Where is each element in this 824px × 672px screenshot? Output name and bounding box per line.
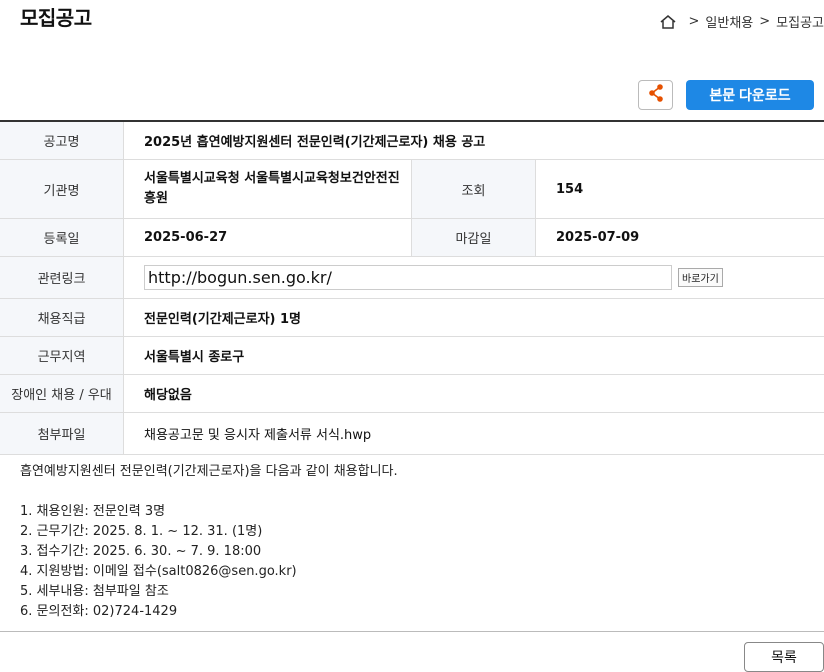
notice-body: 흡연예방지원센터 전문인력(기간제근로자)을 다음과 같이 채용합니다. 1. … <box>20 462 398 622</box>
notice-intro: 흡연예방지원센터 전문인력(기간제근로자)을 다음과 같이 채용합니다. <box>20 464 398 479</box>
breadcrumb-item-recruit-notice[interactable]: 모집공고 <box>776 12 824 31</box>
disabled-hiring-label: 장애인 채용 / 우대 <box>0 375 124 412</box>
reg-date-label: 등록일 <box>0 219 124 256</box>
notice-item: 1. 채용인원: 전문인력 3명 <box>20 504 166 519</box>
notice-item: 2. 근무기간: 2025. 8. 1. ~ 12. 31. (1명) <box>20 524 263 539</box>
table-row: 등록일 2025-06-27 마감일 2025-07-09 <box>0 219 824 257</box>
attachment-label: 첨부파일 <box>0 413 124 454</box>
position-label: 채용직급 <box>0 299 124 336</box>
notice-item: 5. 세부내용: 첨부파일 참조 <box>20 584 169 599</box>
table-row: 근무지역 서울특별시 종로구 <box>0 337 824 375</box>
related-link-label: 관련링크 <box>0 257 124 298</box>
page-title: 모집공고 <box>20 6 92 30</box>
notice-item: 3. 접수기간: 2025. 6. 30. ~ 7. 9. 18:00 <box>20 544 262 559</box>
table-row: 기관명 서울특별시교육청 서울특별시교육청보건안전진흥원 조회 154 <box>0 160 824 219</box>
related-link-field[interactable]: http://bogun.sen.go.kr/ <box>144 265 672 290</box>
views-label: 조회 <box>412 160 536 218</box>
breadcrumb-item-general-recruit[interactable]: 일반채용 <box>705 12 753 31</box>
download-button[interactable]: 본문 다운로드 <box>686 80 814 110</box>
disabled-hiring-value: 해당없음 <box>144 388 192 403</box>
table-row: 공고명 2025년 흡연예방지원센터 전문인력(기간제근로자) 채용 공고 <box>0 122 824 160</box>
notice-item: 6. 문의전화: 02)724-1429 <box>20 604 178 619</box>
breadcrumb-separator: > <box>688 14 700 29</box>
table-row: 장애인 채용 / 우대 해당없음 <box>0 375 824 413</box>
region-value: 서울특별시 종로구 <box>144 350 245 365</box>
deadline-value: 2025-07-09 <box>556 230 640 245</box>
home-icon[interactable] <box>659 13 677 31</box>
position-value: 전문인력(기간제근로자) 1명 <box>144 312 302 327</box>
reg-date-value: 2025-06-27 <box>124 219 412 256</box>
related-link-cell: http://bogun.sen.go.kr/ 바로가기 <box>124 257 824 298</box>
attachment-link[interactable]: 채용공고문 및 응시자 제출서류 서식.hwp <box>124 413 824 454</box>
notice-item: 4. 지원방법: 이메일 접수(salt0826@sen.go.kr) <box>20 564 297 579</box>
views-value: 154 <box>556 181 584 197</box>
share-icon <box>647 83 665 107</box>
breadcrumb-separator: > <box>759 14 771 29</box>
divider <box>0 631 824 632</box>
share-button[interactable] <box>638 80 673 110</box>
org-value: 서울특별시교육청 서울특별시교육청보건안전진흥원 <box>124 160 412 218</box>
list-button[interactable]: 목록 <box>744 642 824 672</box>
info-table: 공고명 2025년 흡연예방지원센터 전문인력(기간제근로자) 채용 공고 기관… <box>0 120 824 455</box>
title-label: 공고명 <box>0 122 124 159</box>
deadline-label: 마감일 <box>412 219 536 256</box>
breadcrumb: > 일반채용 > 모집공고 <box>659 12 824 31</box>
title-value: 2025년 흡연예방지원센터 전문인력(기간제근로자) 채용 공고 <box>144 135 486 150</box>
table-row: 관련링크 http://bogun.sen.go.kr/ 바로가기 <box>0 257 824 299</box>
org-label: 기관명 <box>0 160 124 218</box>
region-label: 근무지역 <box>0 337 124 374</box>
table-row: 채용직급 전문인력(기간제근로자) 1명 <box>0 299 824 337</box>
goto-button[interactable]: 바로가기 <box>678 268 723 287</box>
table-row: 첨부파일 채용공고문 및 응시자 제출서류 서식.hwp <box>0 413 824 455</box>
